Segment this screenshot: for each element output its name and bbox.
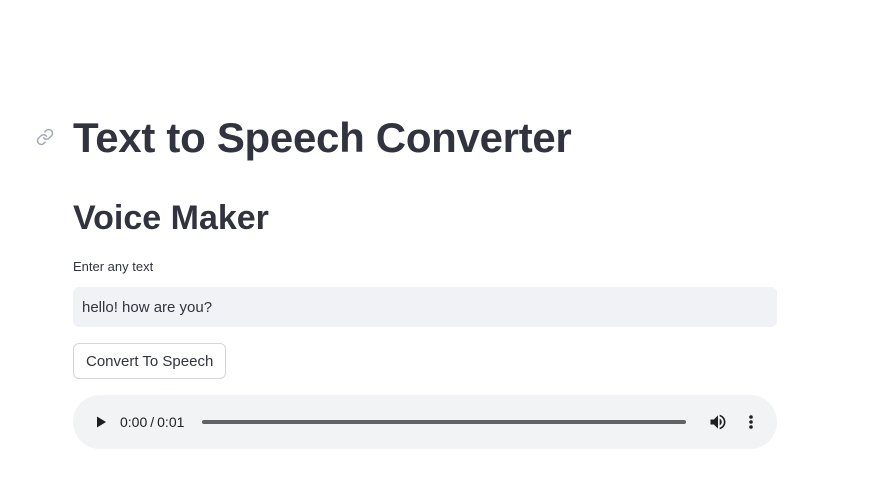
page-title: Text to Speech Converter — [73, 114, 572, 161]
current-time: 0:00 — [120, 414, 148, 430]
duration: 0:01 — [157, 414, 185, 430]
play-icon[interactable] — [91, 412, 111, 432]
convert-to-speech-button[interactable]: Convert To Speech — [73, 343, 227, 379]
text-input-label: Enter any text — [73, 259, 154, 274]
section-subtitle: Voice Maker — [73, 199, 269, 237]
time-separator: / — [150, 414, 155, 430]
progress-bar[interactable] — [202, 420, 686, 424]
page: Text to Speech Converter Voice Maker Ent… — [0, 0, 870, 502]
more-vert-icon[interactable] — [741, 412, 761, 432]
audio-player: 0:00/0:01 — [73, 395, 777, 449]
link-icon[interactable] — [35, 127, 55, 147]
time-display: 0:00/0:01 — [120, 413, 184, 431]
volume-icon[interactable] — [708, 412, 728, 432]
text-input[interactable] — [73, 287, 777, 327]
